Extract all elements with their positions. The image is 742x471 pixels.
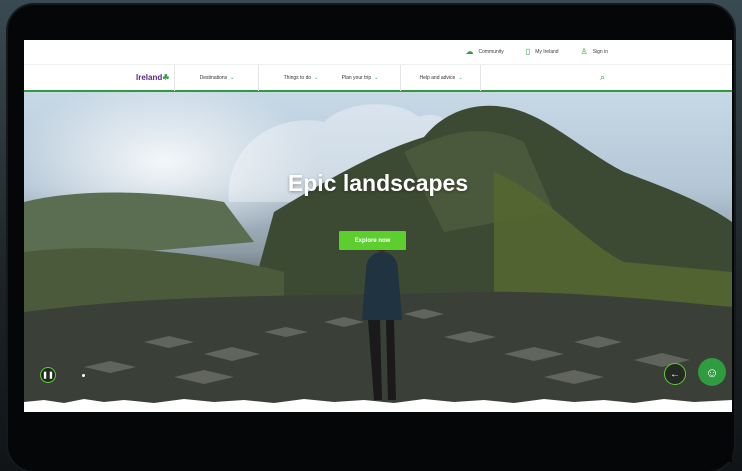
device-bezel-bottom [24, 412, 732, 462]
community-link[interactable]: ☁ Community [465, 48, 503, 56]
search-icon[interactable]: ⌕ [600, 72, 605, 83]
community-label: Community [478, 49, 504, 55]
chevron-down-icon: ⌄ [230, 75, 235, 81]
hero-banner: Epic landscapes Explore now ❚❚ ← ☺ [24, 92, 732, 412]
shamrock-icon: ☘ [162, 73, 170, 82]
nav-item-label: Help and advice [419, 75, 456, 81]
sign-in-link[interactable]: ♙ Sign in [581, 48, 608, 56]
carousel-indicator[interactable] [82, 374, 85, 377]
nav-item-destinations[interactable]: Destinations ⌄ [174, 65, 259, 91]
sign-in-label: Sign in [592, 49, 608, 55]
ireland-logo[interactable]: Ireland☘ [136, 73, 169, 82]
arrow-left-icon[interactable]: ← [664, 363, 686, 385]
explore-now-button[interactable]: Explore now [339, 231, 406, 250]
browser-screen: ☁ Community ▯ My Ireland ♙ Sign in Irela… [24, 40, 732, 412]
hero-title: Epic landscapes [287, 170, 469, 196]
chat-assistant-icon[interactable]: ☺ [698, 358, 726, 386]
landscape-image [24, 104, 732, 412]
community-icon: ☁ [465, 47, 474, 56]
main-nav: Ireland☘ Destinations ⌄ Things to do ⌄ Pla… [24, 64, 732, 92]
utility-bar: ☁ Community ▯ My Ireland ♙ Sign in [24, 40, 732, 64]
chevron-down-icon: ⌄ [374, 75, 379, 81]
user-icon: ♙ [580, 47, 588, 56]
my-ireland-label: My Ireland [535, 49, 559, 55]
chevron-down-icon: ⌄ [458, 75, 463, 81]
logo-text: Ireland [136, 73, 163, 82]
pause-icon[interactable]: ❚❚ [40, 367, 56, 383]
nav-item-label: Plan your trip [341, 75, 372, 81]
nav-item-label: Things to do [283, 75, 312, 81]
my-ireland-link[interactable]: ▯ My Ireland [526, 48, 559, 56]
nav-item-help-and-advice[interactable]: Help and advice ⌄ [400, 65, 481, 91]
nav-item-label: Destinations [199, 75, 228, 81]
torn-edge [24, 399, 732, 412]
bookmark-icon: ▯ [525, 47, 531, 56]
nav-item-plan-your-trip[interactable]: Plan your trip ⌄ [312, 65, 408, 91]
nav-divider [480, 65, 481, 91]
